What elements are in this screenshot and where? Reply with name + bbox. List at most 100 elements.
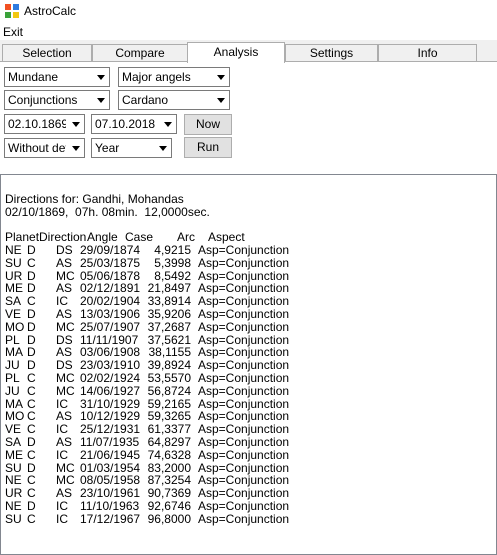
result-row: SU C IC 17/12/1967 96,8000 Asp=Conjunction: [5, 511, 289, 526]
app-icon: [5, 4, 19, 18]
cell-direction: C: [27, 370, 36, 385]
cell-aspect: Asp=Conjunction: [198, 486, 290, 501]
cell-direction: C: [27, 486, 36, 501]
cell-aspect: Asp=Conjunction: [198, 319, 290, 334]
period-select[interactable]: Year: [91, 138, 172, 158]
results-rows: NE D DS 29/09/1874 4,9215 Asp=Conjunction SU C A…: [5, 242, 289, 526]
cell-angle: AS: [56, 486, 73, 501]
chevron-down-icon[interactable]: [212, 91, 229, 109]
date-from-value: 02.10.1869: [8, 117, 66, 131]
cell-direction: D: [27, 306, 36, 321]
chevron-down-icon[interactable]: [92, 91, 109, 109]
cell-angle: IC: [56, 511, 68, 526]
date-to-value: 07.10.2018: [95, 117, 156, 131]
cell-case-date: 29/09/1874: [80, 242, 141, 257]
cell-direction: D: [27, 498, 36, 513]
tab-compare[interactable]: Compare: [92, 44, 188, 62]
cell-case-date: 14/06/1927: [80, 383, 141, 398]
cell-direction: D: [27, 242, 36, 257]
results-textbox[interactable]: Directions for: Gandhi, Mohandas 02/10/1…: [0, 174, 497, 555]
date-to-picker[interactable]: 07.10.2018: [91, 114, 177, 134]
cell-aspect: Asp=Conjunction: [198, 434, 290, 449]
tab-selection[interactable]: Selection: [2, 44, 92, 62]
cell-angle: AS: [56, 255, 73, 270]
cell-aspect: Asp=Conjunction: [198, 498, 290, 513]
calendar-dropdown-icon[interactable]: [159, 115, 176, 133]
cell-case-date: 11/10/1963: [80, 498, 140, 513]
cell-direction: C: [27, 383, 36, 398]
period-value: Year: [95, 141, 120, 155]
menu-item-exit[interactable]: Exit: [3, 25, 23, 39]
tab-analysis[interactable]: Analysis: [187, 42, 285, 63]
cell-angle: DS: [56, 242, 73, 257]
tab-settings[interactable]: Settings: [285, 44, 378, 62]
cell-aspect: Asp=Conjunction: [198, 447, 290, 462]
chevron-down-icon[interactable]: [154, 139, 171, 157]
house-system-value: Cardano: [122, 93, 169, 107]
cell-planet: SU: [5, 511, 22, 526]
chart-type-value: Mundane: [8, 70, 59, 84]
chevron-down-icon[interactable]: [67, 139, 84, 157]
cell-aspect: Asp=Conjunction: [198, 511, 290, 526]
cell-case-date: 13/03/1906: [80, 306, 141, 321]
chart-type-select[interactable]: Mundane: [4, 67, 110, 87]
cell-angle: MC: [56, 319, 75, 334]
tab-info[interactable]: Info: [378, 44, 477, 62]
cell-direction: C: [27, 511, 36, 526]
cell-planet: PL: [5, 370, 20, 385]
cell-planet: ME: [5, 447, 23, 462]
cell-planet: SA: [5, 434, 22, 449]
cell-direction: D: [27, 319, 36, 334]
cell-aspect: Asp=Conjunction: [198, 383, 290, 398]
directions-header: Directions for: Gandhi, Mohandas: [5, 191, 184, 206]
birth-datetime: 02/10/1869, 07h. 08min. 12,0000sec.: [5, 204, 210, 219]
cell-planet: NE: [5, 242, 22, 257]
cell-case-date: 21/06/1945: [80, 447, 141, 462]
window-title: AstroCalc: [24, 4, 77, 18]
cell-aspect: Asp=Conjunction: [198, 370, 290, 385]
angles-select[interactable]: Major angels: [118, 67, 230, 87]
cell-aspect: Asp=Conjunction: [198, 306, 290, 321]
cell-direction: C: [27, 447, 36, 462]
title-bar: AstroCalc: [0, 0, 497, 22]
calendar-dropdown-icon[interactable]: [67, 115, 84, 133]
cell-case-date: 11/07/1935: [80, 434, 140, 449]
cell-planet: MO: [5, 319, 25, 334]
cell-angle: IC: [56, 498, 68, 513]
results-content: Directions for: Gandhi, Mohandas 02/10/1…: [5, 180, 289, 526]
cell-aspect: Asp=Conjunction: [198, 242, 290, 257]
angles-value: Major angels: [122, 70, 191, 84]
cell-case-date: 17/12/1967: [80, 511, 141, 526]
now-button[interactable]: Now: [184, 114, 232, 135]
aspect-type-value: Conjunctions: [8, 93, 78, 107]
detail-value: Without deta: [8, 141, 66, 155]
cell-direction: C: [27, 255, 36, 270]
run-button[interactable]: Run: [184, 137, 232, 158]
chevron-down-icon[interactable]: [92, 68, 109, 86]
cell-planet: UR: [5, 486, 23, 501]
cell-angle: MC: [56, 383, 75, 398]
cell-case-date: 23/10/1961: [80, 486, 141, 501]
cell-planet: NE: [5, 498, 22, 513]
cell-angle: AS: [56, 434, 73, 449]
cell-planet: SU: [5, 255, 22, 270]
chevron-down-icon[interactable]: [212, 68, 229, 86]
aspect-type-select[interactable]: Conjunctions: [4, 90, 110, 110]
cell-case-date: 25/03/1875: [80, 255, 141, 270]
cell-case-date: 25/07/1907: [80, 319, 141, 334]
cell-aspect: Asp=Conjunction: [198, 255, 290, 270]
tab-strip: Selection Compare Analysis Settings Info: [0, 42, 497, 63]
cell-arc: 96,8000: [147, 511, 191, 526]
cell-direction: D: [27, 434, 36, 449]
cell-angle: AS: [56, 306, 73, 321]
date-from-picker[interactable]: 02.10.1869: [4, 114, 85, 134]
cell-planet: JU: [5, 383, 20, 398]
cell-case-date: 02/02/1924: [80, 370, 141, 385]
house-system-select[interactable]: Cardano: [118, 90, 230, 110]
cell-angle: IC: [56, 447, 68, 462]
cell-angle: MC: [56, 370, 75, 385]
menu-bar: Exit: [0, 22, 497, 40]
detail-select[interactable]: Without deta: [4, 138, 85, 158]
cell-planet: VE: [5, 306, 22, 321]
